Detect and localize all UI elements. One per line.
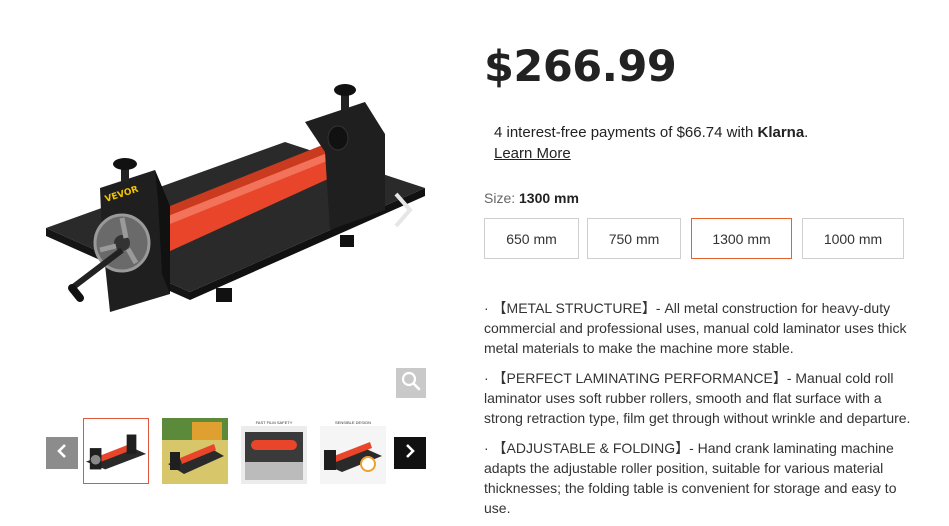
feature-laminating-performance: · 【PERFECT LAMINATING PERFORMANCE】- Manu…	[484, 370, 911, 426]
zoom-button[interactable]	[396, 368, 426, 398]
size-option-650[interactable]: 650 mm	[484, 218, 579, 259]
feature-adjustable-folding: · 【ADJUSTABLE & FOLDING】- Hand crank lam…	[484, 440, 897, 516]
klarna-installments: 4 interest-free payments of $66.74 with …	[494, 122, 808, 164]
product-price: $266.99	[484, 42, 677, 92]
klarna-brand: Klarna	[757, 124, 805, 141]
chevron-right-icon	[403, 443, 417, 464]
thumbnail-2[interactable]	[162, 418, 228, 484]
image-next-chevron[interactable]	[390, 190, 420, 230]
feature-list: · 【METAL STRUCTURE】- All metal construct…	[484, 298, 924, 526]
size-label-text: Size:	[484, 190, 516, 206]
thumbnail-1[interactable]	[83, 418, 149, 484]
size-option-1000[interactable]: 1000 mm	[802, 218, 904, 259]
size-selected-value: 1300 mm	[519, 190, 579, 206]
thumbnail-4-banner: SENSIBLE DESIGN	[335, 420, 371, 425]
size-option-1300[interactable]: 1300 mm	[691, 218, 792, 259]
learn-more-link[interactable]: Learn More	[494, 143, 571, 164]
feature-metal-structure: · 【METAL STRUCTURE】- All metal construct…	[484, 300, 907, 356]
product-main-image[interactable]: VEVOR	[40, 60, 440, 360]
magnifier-icon	[401, 371, 421, 396]
thumbnail-4[interactable]: SENSIBLE DESIGN	[320, 418, 386, 484]
chevron-left-icon	[55, 443, 69, 464]
thumbnail-next-button[interactable]	[394, 437, 426, 469]
size-option-750[interactable]: 750 mm	[587, 218, 681, 259]
size-label: Size: 1300 mm	[484, 190, 579, 206]
thumbnail-3[interactable]: FAST FILM SAFETY	[241, 418, 307, 484]
thumbnail-3-banner: FAST FILM SAFETY	[256, 420, 293, 425]
klarna-prefix: 4 interest-free payments of $66.74 with	[494, 124, 758, 141]
thumbnail-prev-button[interactable]	[46, 437, 78, 469]
klarna-suffix: .	[804, 124, 809, 141]
